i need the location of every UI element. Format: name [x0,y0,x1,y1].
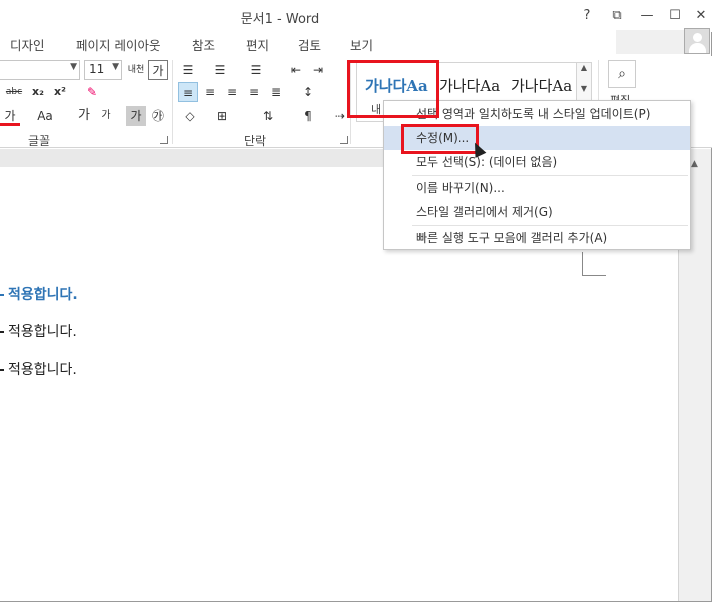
avatar[interactable] [684,28,710,54]
font-name-combo[interactable]: ▼ [0,60,80,80]
chevron-down-icon: ▼ [70,62,77,72]
tab-design[interactable]: 디자인 [10,35,45,54]
justify-icon[interactable]: ≡ [244,82,264,102]
page-corner-mark [582,252,606,276]
menu-item-remove-from-gallery[interactable]: 스타일 갤러리에서 제거(G) [384,200,690,224]
document-line[interactable]: 적용합니다. [0,359,77,379]
style-context-menu: 선택 영역과 일치하도록 내 스타일 업데이트(P) ✎ 수정(M)... 모두… [383,100,691,250]
list-dash [0,331,4,333]
tab-references[interactable]: 참조 [192,35,215,54]
list-dash [0,294,4,296]
increase-indent-icon[interactable]: ⇥ [308,60,328,80]
enclose-chars-button[interactable]: ㉮ [148,106,168,126]
tab-mailings[interactable]: 편지 [246,35,269,54]
document-line[interactable]: 적용합니다. [0,321,77,341]
ribbon-tabs: 디자인 페이지 레이아웃 참조 편지 검토 보기 [0,32,712,56]
clear-formatting-button[interactable]: ✎ [82,82,102,102]
distributed-icon[interactable]: ≣ [266,82,286,102]
sort-icon[interactable]: ⇅ [258,106,278,126]
word-window: 문서1 - Word ? ⧉ — ☐ ✕ 디자인 페이지 레이아웃 참조 편지 … [0,0,712,602]
show-marks-icon[interactable]: ¶ [298,106,318,126]
list-dash [0,369,4,371]
subscript-button[interactable]: x₂ [28,82,48,102]
numbering-icon[interactable]: ☰ [210,60,230,80]
avatar-head [693,33,702,42]
document-line[interactable]: 적용합니다. [0,284,78,304]
style-sample: 가나다Aa [511,77,573,95]
line-text: 적용합니다. [8,362,77,378]
maximize-button[interactable]: ☐ [664,6,686,26]
gallery-scroll-down-icon[interactable]: ▼ [577,84,591,93]
ribbon-display-options-button[interactable]: ⧉ [606,6,628,26]
shrink-font-button[interactable]: 가 [96,106,116,126]
minimize-button[interactable]: — [636,6,658,26]
title-bar: 문서1 - Word ? ⧉ — ☐ ✕ [0,0,712,32]
multilevel-list-icon[interactable]: ☰ [246,60,266,80]
chevron-down-icon: ▼ [112,62,119,72]
line-text: 적용합니다. [8,287,78,303]
phonetic-guide-button[interactable]: 내천 [126,60,146,80]
font-color-button[interactable]: 가 [0,106,20,126]
line-spacing-icon[interactable]: ↕ [298,82,318,102]
text-effects-button[interactable]: Aa [32,106,58,126]
close-button[interactable]: ✕ [690,6,712,26]
ribbon-separator [172,60,173,144]
gallery-scroll-up-icon[interactable]: ▲ [577,63,591,72]
tab-page-layout[interactable]: 페이지 레이아웃 [76,35,160,54]
tab-review[interactable]: 검토 [298,35,321,54]
account-area[interactable] [616,30,694,54]
highlight-style-tile [347,60,439,118]
scroll-up-icon[interactable]: ▲ [691,159,698,169]
style-sample: 가나다Aa [439,77,501,95]
avatar-body [689,43,706,53]
superscript-button[interactable]: x² [50,82,70,102]
align-left-icon[interactable]: ≡ [178,82,198,102]
window-title: 문서1 - Word [240,12,320,27]
line-text: 적용합니다. [8,324,77,340]
paragraph-dialog-launcher-icon[interactable] [340,136,348,144]
strikethrough-button[interactable]: abc [4,82,24,102]
grow-font-button[interactable]: 가 [74,106,94,126]
help-button[interactable]: ? [576,6,598,26]
paragraph-group-label: 단락 [244,134,267,148]
font-size-combo[interactable]: 11 ▼ [84,60,122,80]
align-center-icon[interactable]: ≡ [200,82,220,102]
menu-item-add-to-qat[interactable]: 빠른 실행 도구 모음에 갤러리 추가(A) [384,226,690,250]
font-size-value: 11 [89,62,105,76]
borders-icon[interactable]: ⊞ [212,106,232,126]
binoculars-icon: ⌕ [608,60,636,88]
menu-item-rename[interactable]: 이름 바꾸기(N)... [384,176,690,200]
bullets-icon[interactable]: ☰ [178,60,198,80]
char-border-button[interactable]: 가 [148,60,168,80]
shading-icon[interactable]: ◇ [180,106,200,126]
font-dialog-launcher-icon[interactable] [160,136,168,144]
highlight-modify-item [401,124,479,154]
char-shading-button[interactable]: 가 [126,106,146,126]
align-right-icon[interactable]: ≡ [222,82,242,102]
tab-view[interactable]: 보기 [350,35,373,54]
decrease-indent-icon[interactable]: ⇤ [286,60,306,80]
font-group-label: 글꼴 [28,134,51,148]
